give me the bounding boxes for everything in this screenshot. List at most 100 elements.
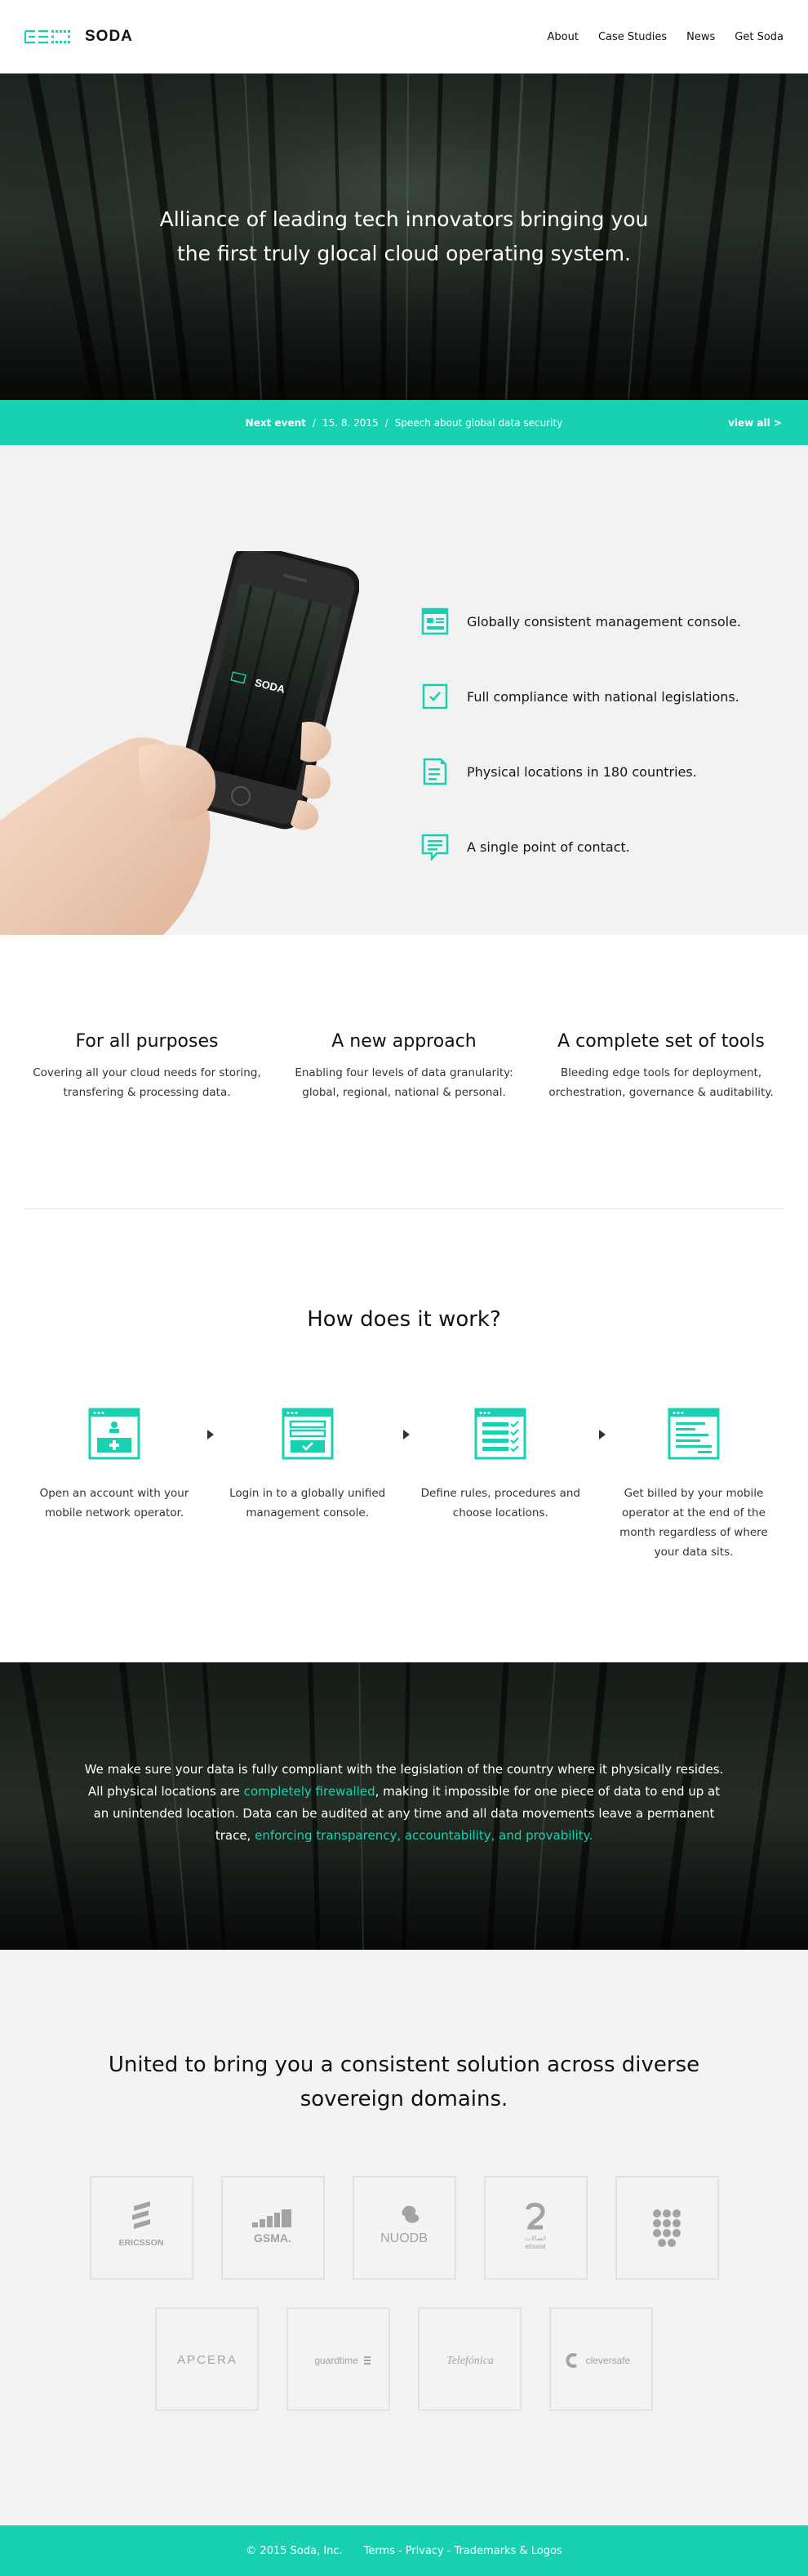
step-line: your data sits. (654, 1546, 734, 1559)
step-item: Define rules, procedures and choose locat… (411, 1407, 590, 1562)
feature-text: Physical locations in 180 countries. (467, 763, 697, 780)
footer-separator: - (446, 2544, 451, 2557)
step-item: Login in to a globally unified management… (218, 1407, 397, 1562)
copyright-text: © 2015 Soda, Inc. (246, 2544, 343, 2557)
partner-logo-row: ERICSSON GSMA. NUODB اتصالات etisalat (0, 2176, 808, 2280)
partner-logo-gsma[interactable]: GSMA. (220, 2176, 325, 2280)
partner-logo-apcera[interactable]: APCERA (155, 2307, 259, 2411)
purpose-column: For all purposes Covering all your cloud… (24, 1031, 269, 1208)
purpose-column: A new approach Enabling four levels of d… (282, 1031, 526, 1208)
transparency-link[interactable]: enforcing transparency, accountability, … (255, 1828, 593, 1843)
step-line: mobile network operator. (44, 1506, 184, 1519)
feature-list: Globally consistent management console. … (421, 584, 741, 884)
partner-logo-nuodb[interactable]: NUODB (352, 2176, 456, 2280)
hero-line-1: Alliance of leading tech innovators brin… (159, 207, 649, 231)
event-label: Next event (245, 416, 306, 429)
document-icon (423, 758, 447, 785)
hero-line-2: the first truly glocal cloud operating s… (177, 242, 631, 265)
purpose-description: Enabling four levels of data granularity… (282, 1063, 526, 1102)
purpose-title: For all purposes (75, 1031, 219, 1052)
rules-checklist-icon (474, 1408, 526, 1460)
site-footer: © 2015 Soda, Inc. Terms - Privacy - Trad… (0, 2525, 808, 2576)
feature-text: A single point of contact. (467, 839, 630, 855)
partner-logo-guardtime[interactable]: guardtime (286, 2307, 390, 2411)
brand-name: SODA (85, 28, 133, 45)
step-line: Define rules, procedures and (420, 1487, 580, 1500)
step-line: month regardless of where (619, 1526, 768, 1539)
phone-in-hand-image: SODA (0, 544, 360, 935)
brand[interactable]: SODA (24, 28, 133, 46)
step-description: Login in to a globally unified management… (218, 1484, 397, 1523)
step-line: operator at the end of the (622, 1506, 766, 1519)
partner-logo-etisalat[interactable]: اتصالات etisalat (483, 2176, 588, 2280)
feature-item: Full compliance with national legislatio… (421, 659, 741, 734)
site-header: SODA About Case Studies News Get Soda (0, 0, 808, 73)
privacy-link[interactable]: Privacy (406, 2545, 444, 2557)
nav-news[interactable]: News (686, 31, 715, 43)
purpose-line: Enabling four levels of data granularity… (295, 1066, 513, 1079)
nav-get-soda[interactable]: Get Soda (735, 31, 784, 43)
purpose-title: A complete set of tools (557, 1031, 765, 1052)
step-line: management console. (246, 1506, 369, 1519)
purpose-line: global, regional, national & personal. (302, 1086, 506, 1099)
console-icon (421, 607, 449, 635)
step-item: Open an account with your mobile network … (24, 1407, 204, 1562)
partner-logo-text: cleversafe (585, 2355, 630, 2366)
partner-logo-text: Telefónica (446, 2355, 494, 2367)
step-line: Get billed by your mobile (624, 1487, 764, 1500)
partners-title: United to bring you a consistent solutio… (0, 1950, 808, 2116)
event-separator: / (384, 416, 388, 429)
view-all-events-link[interactable]: view all > (728, 417, 782, 429)
purpose-line: orchestration, governance & auditability… (548, 1086, 774, 1099)
nav-case-studies[interactable]: Case Studies (598, 31, 667, 43)
trademarks-link[interactable]: Trademarks & Logos (454, 2545, 562, 2557)
main-nav: About Case Studies News Get Soda (548, 31, 784, 43)
partner-logo-text: ERICSSON (119, 2238, 164, 2248)
step-arrow-icon (599, 1430, 606, 1439)
partner-logo-text: etisalat (525, 2243, 546, 2250)
terms-link[interactable]: Terms (364, 2545, 395, 2557)
purpose-description: Bleeding edge tools for deployment, orche… (539, 1063, 784, 1102)
chat-icon (421, 834, 449, 861)
partner-logo-text: NUODB (380, 2231, 428, 2245)
feature-item: A single point of contact. (421, 809, 741, 884)
step-line: choose locations. (452, 1506, 548, 1519)
nav-about[interactable]: About (548, 31, 579, 43)
event-date: 15. 8. 2015 (322, 416, 379, 429)
check-icon (422, 683, 448, 710)
purpose-column: A complete set of tools Bleeding edge to… (539, 1031, 784, 1208)
step-item: Get billed by your mobile operator at the… (604, 1407, 784, 1562)
step-arrow-icon (403, 1430, 410, 1439)
partner-logo-text: guardtime (314, 2355, 358, 2366)
purposes-section: For all purposes Covering all your cloud… (0, 935, 808, 1208)
partners-section: United to bring you a consistent solutio… (0, 1950, 808, 2525)
how-it-works-section: How does it work? Open an account with y… (0, 1209, 808, 1662)
step-arrow-icon (207, 1430, 214, 1439)
partner-logo-dots[interactable] (615, 2176, 719, 2280)
feature-text: Full compliance with national legislatio… (467, 688, 739, 705)
firewalled-link[interactable]: completely firewalled (244, 1784, 375, 1799)
partner-logo-cleversafe[interactable]: cleversafe (549, 2307, 653, 2411)
step-line: Open an account with your (39, 1487, 189, 1500)
purpose-line: Bleeding edge tools for deployment, (560, 1066, 762, 1079)
step-line: Login in to a globally unified (229, 1487, 386, 1500)
partner-logo-telefonica[interactable]: Telefónica (418, 2307, 522, 2411)
partner-logo-ericsson[interactable]: ERICSSON (89, 2176, 193, 2280)
hero-headline: Alliance of leading tech innovators brin… (0, 202, 808, 271)
feature-item: Physical locations in 180 countries. (421, 734, 741, 809)
partners-title-line: United to bring you a consistent solutio… (108, 2053, 700, 2077)
open-account-icon (88, 1408, 140, 1460)
compliance-section: We make sure your data is fully complian… (0, 1662, 808, 1950)
how-title: How does it work? (307, 1307, 501, 1332)
purpose-title: A new approach (331, 1031, 477, 1052)
purpose-line: Covering all your cloud needs for storin… (33, 1066, 261, 1079)
partner-logo-row: APCERA guardtime Telefónica cleversafe (0, 2307, 808, 2411)
event-title-link[interactable]: Speech about global data security (395, 417, 563, 429)
features-section: SODA Globally consistent management cons… (0, 445, 808, 935)
feature-text: Globally consistent management console. (467, 613, 741, 630)
purpose-line: transfering & processing data. (63, 1086, 231, 1099)
next-event-bar: Next event / 15. 8. 2015 / Speech about … (0, 400, 808, 445)
login-console-icon (282, 1408, 334, 1460)
partner-logo-text: GSMA. (254, 2231, 291, 2245)
purpose-description: Covering all your cloud needs for storin… (24, 1063, 269, 1102)
